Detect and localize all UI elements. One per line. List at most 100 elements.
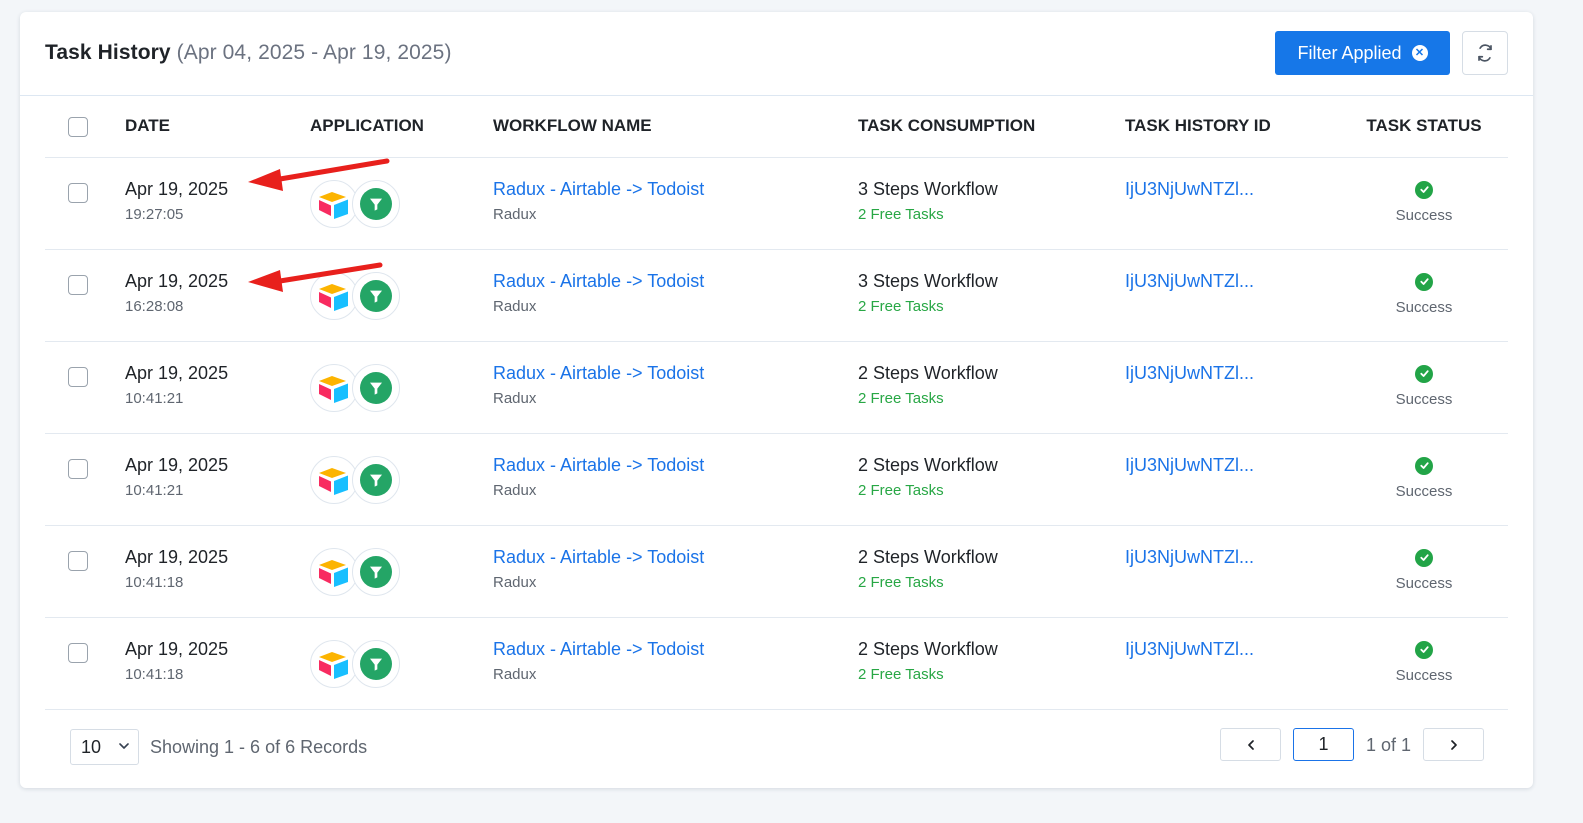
status-badge: Success xyxy=(1340,548,1508,592)
workflow-name-link[interactable]: Radux - Airtable -> Todoist xyxy=(493,271,858,292)
row-checkbox[interactable] xyxy=(68,550,88,571)
task-history-id-link[interactable]: IjU3NjUwNTZl... xyxy=(1125,547,1340,568)
row-checkbox[interactable] xyxy=(68,642,88,663)
table-row[interactable]: Apr 19, 2025 10:41:21 Radux - Airtable -… xyxy=(45,433,1508,526)
chevron-right-icon xyxy=(1450,739,1457,750)
table-row[interactable]: Apr 19, 2025 19:27:05 Radux - Airtable -… xyxy=(45,157,1508,250)
filter-app-badge xyxy=(352,179,400,228)
row-time: 10:41:18 xyxy=(125,665,184,683)
workflow-name-link[interactable]: Radux - Airtable -> Todoist xyxy=(493,179,858,200)
status-text: Success xyxy=(1395,391,1453,408)
check-icon xyxy=(1419,186,1429,193)
chevron-down-icon xyxy=(119,743,129,749)
chevron-left-icon xyxy=(1247,739,1254,750)
status-badge: Success xyxy=(1340,272,1508,316)
check-icon xyxy=(1419,646,1429,653)
task-history-id-link[interactable]: IjU3NjUwNTZl... xyxy=(1125,271,1340,292)
next-page-button[interactable] xyxy=(1423,728,1484,761)
airtable-icon xyxy=(319,191,348,219)
filter-icon xyxy=(370,658,382,671)
airtable-icon xyxy=(319,467,348,495)
refresh-icon xyxy=(1478,44,1492,62)
airtable-app-badge xyxy=(310,363,358,412)
free-tasks-note: 2 Free Tasks xyxy=(858,297,944,315)
date-range: (Apr 04, 2025 - Apr 19, 2025) xyxy=(176,41,452,64)
success-check-icon xyxy=(1415,180,1433,199)
status-text: Success xyxy=(1395,207,1453,224)
row-date: Apr 19, 2025 xyxy=(125,178,229,199)
column-header-task-history-id[interactable]: TASK HISTORY ID xyxy=(1125,96,1340,158)
status-text: Success xyxy=(1395,483,1453,500)
x-circle-icon[interactable]: ✕ xyxy=(1411,45,1428,61)
success-check-icon xyxy=(1415,272,1433,291)
status-text: Success xyxy=(1395,667,1453,684)
success-check-icon xyxy=(1415,456,1433,475)
row-checkbox[interactable] xyxy=(68,274,88,295)
select-all-checkbox[interactable] xyxy=(68,117,88,138)
filter-icon xyxy=(370,198,382,211)
column-header-task-consumption[interactable]: TASK CONSUMPTION xyxy=(858,96,1125,158)
airtable-icon xyxy=(319,651,348,679)
workflow-name-link[interactable]: Radux - Airtable -> Todoist xyxy=(493,455,858,476)
row-time: 19:27:05 xyxy=(125,205,184,223)
table-row[interactable]: Apr 19, 2025 10:41:18 Radux - Airtable -… xyxy=(45,525,1508,618)
per-page-select[interactable]: 10 xyxy=(70,729,139,765)
task-history-id-link[interactable]: IjU3NjUwNTZl... xyxy=(1125,363,1340,384)
task-consumption: 3 Steps Workflow xyxy=(858,270,998,291)
filter-app-badge xyxy=(352,271,400,320)
table-header-row: DATE APPLICATION WORKFLOW NAME TASK CONS… xyxy=(45,96,1508,158)
column-header-application[interactable]: APPLICATION xyxy=(310,96,493,158)
filter-applied-button[interactable]: Filter Applied ✕ xyxy=(1275,31,1450,75)
check-icon xyxy=(1419,554,1429,561)
success-check-icon xyxy=(1415,364,1433,383)
row-checkbox[interactable] xyxy=(68,182,88,203)
card-header: Task History (Apr 04, 2025 - Apr 19, 202… xyxy=(20,12,1533,96)
airtable-app-badge xyxy=(310,639,358,688)
airtable-app-badge xyxy=(310,547,358,596)
workflow-name-link[interactable]: Radux - Airtable -> Todoist xyxy=(493,547,858,568)
application-icons xyxy=(310,618,493,709)
filter-applied-label: Filter Applied xyxy=(1297,42,1402,63)
airtable-icon xyxy=(319,283,348,311)
row-checkbox[interactable] xyxy=(68,458,88,479)
previous-page-button[interactable] xyxy=(1220,728,1281,761)
table-footer: 10 Showing 1 - 6 of 6 Records 1 1 of 1 xyxy=(20,712,1533,788)
refresh-button[interactable] xyxy=(1462,31,1508,75)
success-check-icon xyxy=(1415,548,1433,567)
page-of-label: 1 of 1 xyxy=(1366,735,1412,755)
task-consumption: 3 Steps Workflow xyxy=(858,178,998,199)
free-tasks-note: 2 Free Tasks xyxy=(858,481,944,499)
airtable-app-badge xyxy=(310,455,358,504)
column-header-workflow-name[interactable]: WORKFLOW NAME xyxy=(493,96,858,158)
task-history-id-link[interactable]: IjU3NjUwNTZl... xyxy=(1125,639,1340,660)
application-icons xyxy=(310,342,493,433)
free-tasks-note: 2 Free Tasks xyxy=(858,665,944,683)
task-consumption: 2 Steps Workflow xyxy=(858,638,998,659)
table-row[interactable]: Apr 19, 2025 10:41:21 Radux - Airtable -… xyxy=(45,341,1508,434)
task-consumption: 2 Steps Workflow xyxy=(858,362,998,383)
title-text: Task History xyxy=(45,41,171,64)
success-check-icon xyxy=(1415,640,1433,659)
column-header-date[interactable]: DATE xyxy=(125,96,310,158)
workflow-owner: Radux xyxy=(493,205,537,223)
airtable-icon xyxy=(319,559,348,587)
row-date: Apr 19, 2025 xyxy=(125,546,229,567)
task-consumption: 2 Steps Workflow xyxy=(858,546,998,567)
check-icon xyxy=(1419,278,1429,285)
filter-icon xyxy=(370,474,382,487)
workflow-name-link[interactable]: Radux - Airtable -> Todoist xyxy=(493,639,858,660)
column-header-task-status[interactable]: TASK STATUS xyxy=(1340,96,1508,158)
row-checkbox[interactable] xyxy=(68,366,88,387)
check-icon xyxy=(1419,370,1429,377)
status-badge: Success xyxy=(1340,180,1508,224)
status-badge: Success xyxy=(1340,456,1508,500)
table-row[interactable]: Apr 19, 2025 16:28:08 Radux - Airtable -… xyxy=(45,249,1508,342)
filter-icon xyxy=(370,382,382,395)
table-row[interactable]: Apr 19, 2025 10:41:18 Radux - Airtable -… xyxy=(45,617,1508,710)
workflow-name-link[interactable]: Radux - Airtable -> Todoist xyxy=(493,363,858,384)
task-history-id-link[interactable]: IjU3NjUwNTZl... xyxy=(1125,455,1340,476)
workflow-owner: Radux xyxy=(493,389,537,407)
page-number-input[interactable]: 1 xyxy=(1293,728,1354,761)
task-history-id-link[interactable]: IjU3NjUwNTZl... xyxy=(1125,179,1340,200)
application-icons xyxy=(310,526,493,617)
